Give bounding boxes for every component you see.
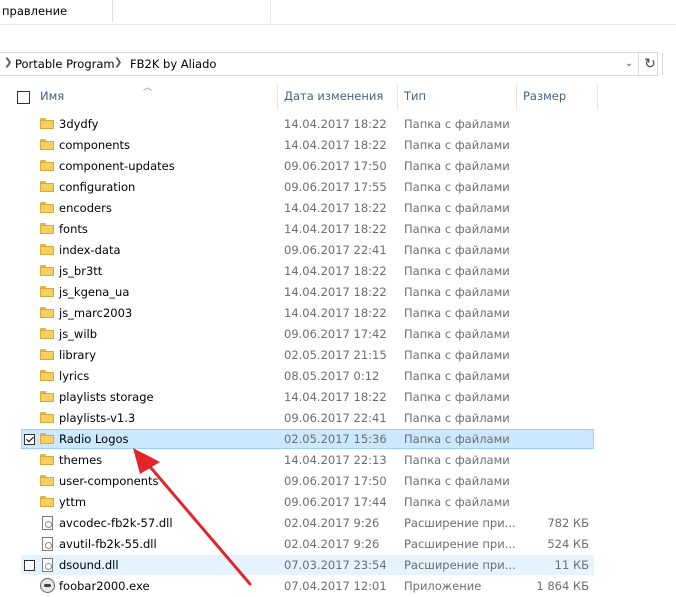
annotation-arrow (133, 448, 252, 586)
